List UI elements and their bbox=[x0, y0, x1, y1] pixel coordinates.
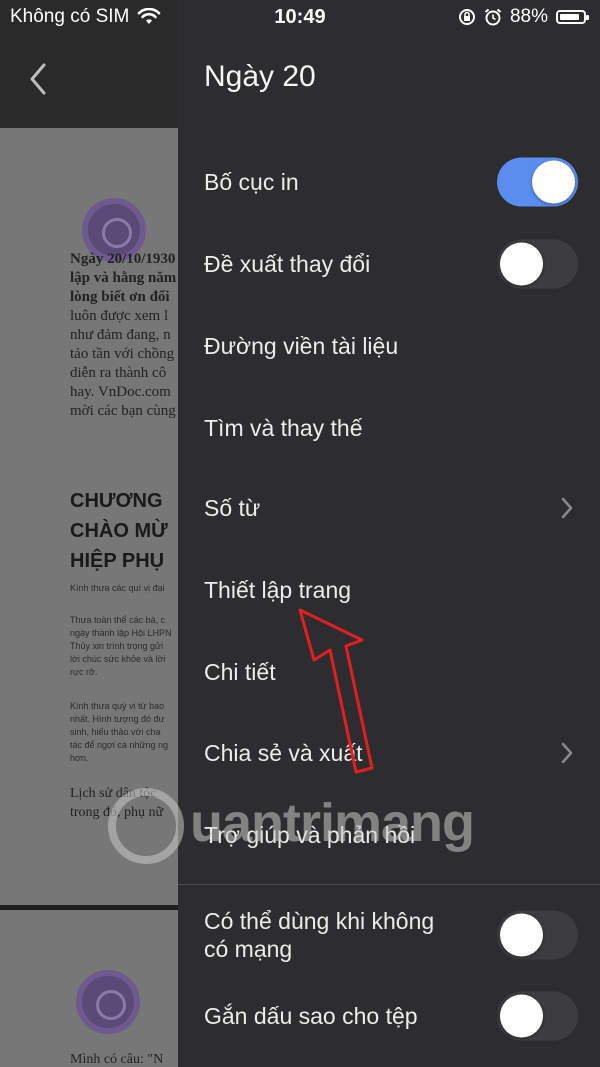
menu-item-label: Thiết lập trang bbox=[204, 577, 352, 603]
doc-line: trong đó, phụ nữ bbox=[70, 805, 164, 820]
menu-item-label: Có thể dùng khi không có mạng bbox=[204, 908, 435, 962]
document-preview: Ngày 20/10/1930 lập và hằng năm lòng biế… bbox=[0, 0, 178, 1067]
menu-item-label: Trợ giúp và phản hồi bbox=[204, 822, 416, 848]
doc-closing: Lịch sử dân tộc trong đó, phụ nữ bbox=[70, 784, 178, 822]
menu-item-suggest-changes[interactable]: Đề xuất thay đổi bbox=[178, 224, 600, 304]
menu-item-details[interactable]: Chi tiết bbox=[178, 632, 600, 712]
doc-line: Thưa toàn thể các bà, c bbox=[70, 615, 166, 625]
doc-line: tác để ngợi ca những ng bbox=[70, 740, 168, 750]
doc-line: lập và hằng năm bbox=[70, 270, 177, 286]
doc-heading-line: CHÀO MỪ bbox=[70, 520, 168, 542]
doc-intro: Ngày 20/10/1930 lập và hằng năm lòng biế… bbox=[70, 250, 178, 421]
doc-paragraph: Kính thưa các quí vị đại bbox=[70, 583, 165, 593]
doc-heading-line: HIỆP PHỤ bbox=[70, 550, 165, 572]
doc-line: rực rỡ. bbox=[70, 667, 98, 677]
doc-line: mời các bạn cùng bbox=[70, 403, 176, 419]
toggle-knob bbox=[500, 994, 543, 1038]
menu-item-print-layout[interactable]: Bố cục in bbox=[178, 142, 600, 222]
doc-line: nhất. Hình tượng đó đư bbox=[70, 714, 165, 724]
doc-line: diễn ra thành cô bbox=[70, 365, 167, 381]
menu-item-find-replace[interactable]: Tìm và thay thế bbox=[178, 388, 600, 468]
status-bar: Không có SIM 10:49 88% bbox=[0, 0, 600, 34]
doc-line: hay. VnDoc.com bbox=[70, 384, 171, 400]
doc-heading: CHƯƠNG CHÀO MỪ HIỆP PHỤ bbox=[70, 486, 178, 576]
star-file-toggle[interactable] bbox=[497, 991, 578, 1041]
menu-item-label: Đường viền tài liệu bbox=[204, 333, 399, 359]
menu-item-label: Tìm và thay thế bbox=[204, 415, 363, 441]
menu-item-word-count[interactable]: Số từ bbox=[178, 468, 600, 548]
suggest-changes-toggle[interactable] bbox=[497, 239, 578, 289]
options-drawer: Ngày 20 Bố cục in Đề xuất thay đổi Đường… bbox=[178, 0, 600, 1067]
document-page: Mình có câu: "N bbox=[0, 910, 178, 1067]
print-layout-toggle[interactable] bbox=[497, 157, 578, 207]
battery-level bbox=[560, 14, 580, 20]
menu-item-label: Số từ bbox=[204, 495, 261, 521]
menu-item-available-offline[interactable]: Có thể dùng khi không có mạng bbox=[178, 892, 600, 978]
chevron-right-icon bbox=[561, 497, 573, 519]
doc-line: Ngày 20/10/1930 bbox=[70, 251, 176, 267]
menu-item-label: Đề xuất thay đổi bbox=[204, 251, 371, 277]
doc-line: Thủy xin trình trọng gửi bbox=[70, 641, 164, 651]
doc-line: Mình có câu: "N bbox=[70, 1052, 164, 1067]
logo-icon bbox=[76, 970, 140, 1034]
doc-line: lòng biết ơn đối bbox=[70, 289, 170, 305]
drawer-title: Ngày 20 bbox=[204, 60, 316, 93]
toggle-knob bbox=[532, 160, 575, 204]
alarm-icon bbox=[484, 8, 502, 26]
doc-paragraph: Kính thưa quý vị từ bao nhất. Hình tượng… bbox=[70, 700, 178, 765]
menu-item-share-export[interactable]: Chia sẻ và xuất bbox=[178, 713, 600, 793]
menu-item-label: Gắn dấu sao cho tệp bbox=[204, 1003, 418, 1029]
menu-item-page-setup[interactable]: Thiết lập trang bbox=[178, 550, 600, 630]
doc-line: sinh, hiếu thảo với cha bbox=[70, 727, 161, 737]
available-offline-toggle[interactable] bbox=[497, 910, 578, 960]
menu-item-star-file[interactable]: Gắn dấu sao cho tệp bbox=[178, 976, 600, 1056]
battery-percent: 88% bbox=[509, 6, 548, 27]
chevron-right-icon bbox=[561, 742, 573, 764]
doc-line: Lịch sử dân tộc bbox=[70, 786, 157, 801]
orientation-lock-icon bbox=[458, 9, 475, 25]
battery-icon bbox=[556, 10, 589, 24]
menu-item-label: Bố cục in bbox=[204, 169, 299, 195]
doc-line: Kính thưa quý vị từ bao bbox=[70, 701, 165, 711]
toggle-knob bbox=[500, 913, 543, 957]
back-chevron-icon[interactable] bbox=[28, 62, 48, 96]
doc-line: ngày thành lập Hội LHPN bbox=[70, 628, 172, 638]
doc-line: luôn được xem l bbox=[70, 308, 169, 324]
menu-item-label: Chia sẻ và xuất bbox=[204, 740, 363, 766]
doc-paragraph: Thưa toàn thể các bà, c ngày thành lập H… bbox=[70, 614, 178, 679]
doc-line: tảo tần với chồng bbox=[70, 346, 175, 362]
doc-heading-line: CHƯƠNG bbox=[70, 490, 163, 512]
document-page: Ngày 20/10/1930 lập và hằng năm lòng biế… bbox=[0, 128, 178, 905]
menu-item-document-outline[interactable]: Đường viền tài liệu bbox=[178, 306, 600, 386]
toggle-knob bbox=[500, 242, 543, 286]
doc-line: như đảm đang, n bbox=[70, 327, 171, 343]
menu-item-label: Chi tiết bbox=[204, 659, 276, 685]
menu-separator bbox=[178, 884, 600, 885]
doc-line: hơn. bbox=[70, 753, 89, 763]
menu-item-help-feedback[interactable]: Trợ giúp và phản hồi bbox=[178, 795, 600, 875]
doc-line: lời chúc sức khỏe và lời bbox=[70, 654, 166, 664]
